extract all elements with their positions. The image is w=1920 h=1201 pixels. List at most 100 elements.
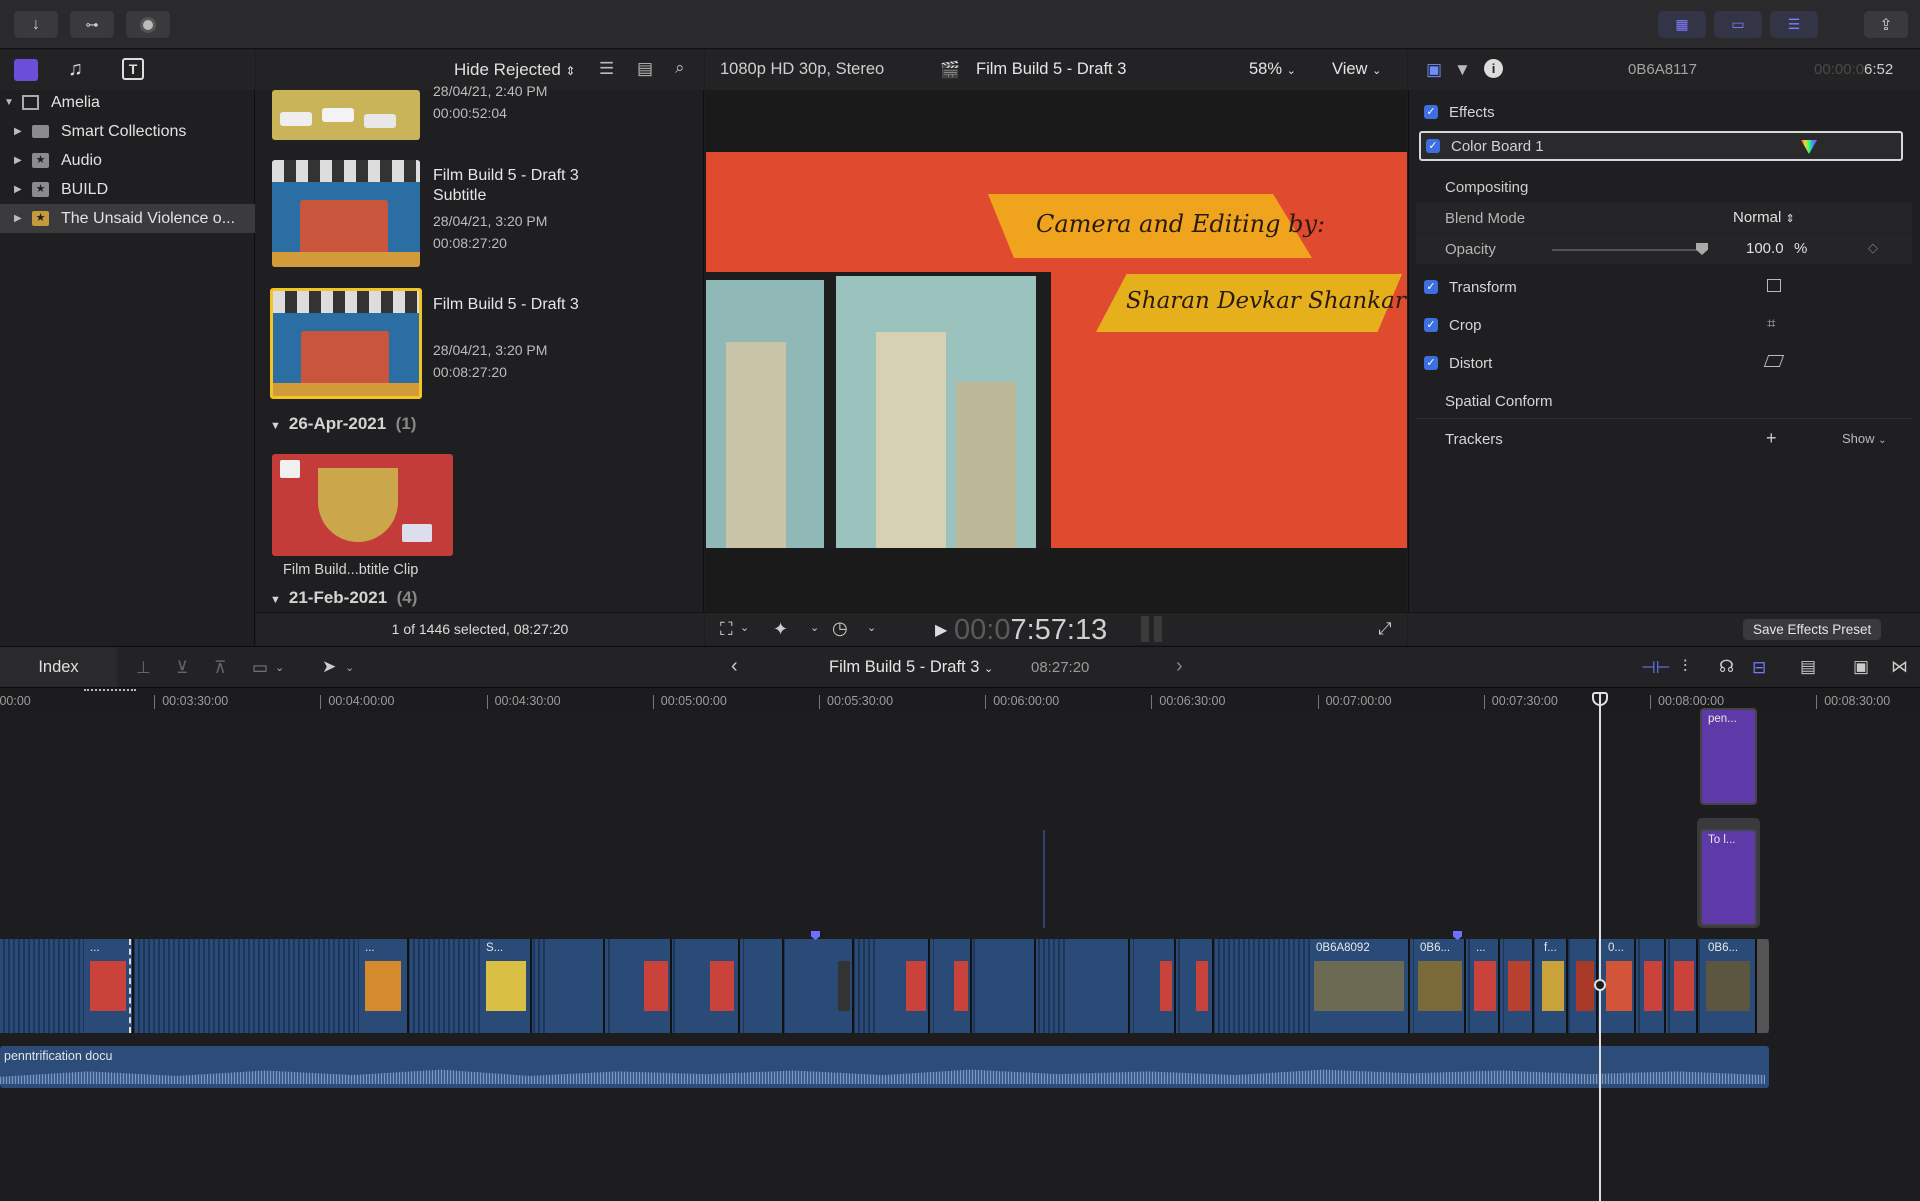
timeline-clip[interactable]: [788, 939, 854, 1033]
timeline-ruler[interactable]: [0, 688, 1920, 714]
clip-thumbnail[interactable]: [272, 454, 453, 556]
crop-row[interactable]: ✓ Crop ⌗: [1416, 310, 1912, 340]
keywords-button[interactable]: ⊶: [70, 11, 114, 38]
share-button[interactable]: ⇪: [1864, 11, 1908, 38]
browser-layout-button[interactable]: ▦: [1658, 11, 1706, 38]
timeline-clip[interactable]: [610, 939, 672, 1033]
date-group-header[interactable]: ▼ 26-Apr-2021 (1): [270, 414, 416, 434]
timeline-clip[interactable]: S...: [480, 939, 532, 1033]
checkmark-icon[interactable]: ✓: [1424, 280, 1438, 294]
library-event-audio[interactable]: ▶ ★ Audio: [0, 146, 255, 175]
distort-row[interactable]: ✓ Distort: [1416, 348, 1912, 378]
timeline-clip[interactable]: 0B6A8092: [1310, 939, 1410, 1033]
timeline-clip[interactable]: [1670, 939, 1698, 1033]
timeline-clip[interactable]: [934, 939, 972, 1033]
video-inspector-icon[interactable]: ▣: [1426, 60, 1442, 80]
transitions-browser-icon[interactable]: ⋈: [1891, 657, 1908, 677]
timeline-clip[interactable]: ...: [359, 939, 409, 1033]
disclosure-closed-icon[interactable]: ▶: [14, 184, 24, 195]
timeline-clip[interactable]: [545, 939, 605, 1033]
library-event-build[interactable]: ▶ ★ BUILD: [0, 175, 255, 204]
video-frame[interactable]: Camera and Editing by: Sharan Devkar Sha…: [706, 152, 1407, 548]
connect-clip-icon[interactable]: ⊥: [136, 658, 151, 678]
timeline-clip[interactable]: [1640, 939, 1666, 1033]
chevron-down-icon[interactable]: ⌄: [275, 661, 284, 674]
overwrite-clip-icon[interactable]: ▭: [252, 658, 268, 678]
disclosure-closed-icon[interactable]: ▶: [14, 213, 24, 224]
library-smart-collections[interactable]: ▶ Smart Collections: [0, 117, 255, 146]
background-tasks-button[interactable]: [126, 11, 170, 38]
history-forward-icon[interactable]: ›: [1176, 655, 1183, 678]
skimming-icon[interactable]: ⊣⊢: [1641, 658, 1671, 678]
disclosure-closed-icon[interactable]: ▶: [14, 155, 24, 166]
transform-onscreen-icon[interactable]: [1767, 279, 1781, 292]
spatial-conform-row[interactable]: Spatial Conform: [1416, 386, 1912, 416]
audio-clip[interactable]: penntrification docu: [0, 1046, 1769, 1088]
timeline-clip[interactable]: [744, 939, 784, 1033]
checkmark-icon[interactable]: ✓: [1424, 318, 1438, 332]
insert-clip-icon[interactable]: ⊻: [176, 658, 188, 678]
connected-clip[interactable]: To l...: [1700, 829, 1757, 926]
distort-onscreen-icon[interactable]: [1763, 355, 1785, 367]
enhance-icon[interactable]: ✦: [773, 619, 788, 640]
effects-row[interactable]: ✓ Effects: [1416, 97, 1912, 127]
filmstrip-view-icon[interactable]: ▤: [637, 59, 653, 79]
timeline-clip[interactable]: [1504, 939, 1534, 1033]
transform-tools-icon[interactable]: ⛶: [720, 619, 733, 640]
timeline-index-button[interactable]: Index: [0, 647, 117, 687]
checkmark-icon[interactable]: ✓: [1424, 356, 1438, 370]
add-tracker-icon[interactable]: +: [1766, 428, 1777, 449]
color-inspector-icon[interactable]: ▼: [1454, 60, 1471, 80]
clip-filter-popup[interactable]: Hide Rejected ⇕: [454, 60, 576, 80]
play-icon[interactable]: ▶: [935, 620, 947, 640]
clip-thumbnail-selected[interactable]: [270, 288, 422, 399]
clip-thumbnail[interactable]: [272, 160, 420, 267]
playhead[interactable]: [1599, 694, 1601, 1201]
disclosure-closed-icon[interactable]: ▶: [14, 126, 24, 137]
libraries-icon[interactable]: [14, 59, 38, 81]
opacity-slider-track[interactable]: [1552, 249, 1702, 251]
append-clip-icon[interactable]: ⊼: [214, 658, 226, 678]
color-board-icon[interactable]: [1801, 140, 1817, 154]
transform-row[interactable]: ✓ Transform: [1416, 272, 1912, 302]
color-board-row[interactable]: ✓ Color Board 1: [1419, 131, 1903, 161]
timeline-project-popup[interactable]: Film Build 5 - Draft 3 ⌄: [829, 658, 993, 677]
timeline-clip[interactable]: 0B6...: [1702, 939, 1757, 1033]
search-icon[interactable]: ⌕: [675, 58, 685, 78]
keyframe-icon[interactable]: ◇: [1868, 240, 1878, 256]
chevron-down-icon[interactable]: ⌄: [810, 621, 819, 634]
chevron-down-icon[interactable]: ⌄: [345, 661, 354, 674]
retime-icon[interactable]: ◷: [832, 618, 848, 639]
timeline-clip[interactable]: [676, 939, 740, 1033]
blend-mode-popup[interactable]: Normal ⇕: [1733, 209, 1795, 226]
clip-thumbnail[interactable]: [272, 90, 420, 140]
view-popup[interactable]: View ⌄: [1332, 60, 1381, 79]
trackers-show-button[interactable]: Show ⌄: [1842, 431, 1887, 446]
chevron-down-icon[interactable]: ⌄: [740, 621, 749, 634]
titles-generators-icon[interactable]: T: [122, 58, 144, 80]
timeline-clip[interactable]: [1180, 939, 1214, 1033]
timeline-clip[interactable]: [1134, 939, 1176, 1033]
timeline-clip[interactable]: f...: [1538, 939, 1568, 1033]
import-button[interactable]: ↓: [14, 11, 58, 38]
list-view-icon[interactable]: ☰: [599, 59, 614, 79]
timeline-clip[interactable]: 0B6...: [1414, 939, 1466, 1033]
timeline-clip[interactable]: ...: [84, 939, 134, 1033]
timeline-clip[interactable]: [976, 939, 1036, 1033]
clip-appearance-icon[interactable]: ▤: [1800, 657, 1816, 677]
solo-icon[interactable]: ☊: [1719, 657, 1734, 677]
timeline-layout-button[interactable]: ▭: [1714, 11, 1762, 38]
fullscreen-icon[interactable]: ⤢: [1378, 619, 1392, 639]
crop-onscreen-icon[interactable]: ⌗: [1767, 315, 1775, 332]
history-back-icon[interactable]: ‹: [731, 655, 738, 678]
opacity-slider-knob[interactable]: [1696, 243, 1708, 255]
checkmark-icon[interactable]: ✓: [1424, 105, 1438, 119]
opacity-value-field[interactable]: 100.0: [1746, 240, 1784, 257]
disclosure-open-icon[interactable]: ▼: [4, 97, 14, 108]
timeline-clip[interactable]: 0...: [1602, 939, 1636, 1033]
date-group-header[interactable]: ▼ 21-Feb-2021 (4): [270, 588, 417, 608]
save-effects-preset-button[interactable]: Save Effects Preset: [1743, 619, 1882, 640]
timeline-clip[interactable]: [878, 939, 930, 1033]
zoom-popup[interactable]: 58% ⌄: [1249, 60, 1296, 79]
library-event-unsaid-violence[interactable]: ▶ ★ The Unsaid Violence o...: [0, 204, 255, 233]
